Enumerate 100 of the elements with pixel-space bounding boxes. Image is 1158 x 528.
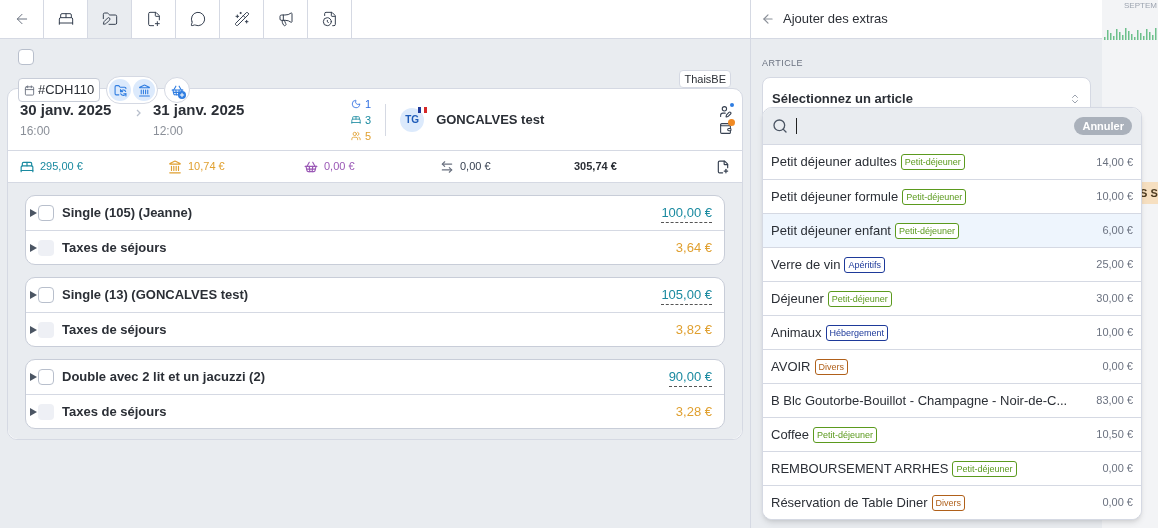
row-checkbox[interactable] xyxy=(38,321,54,338)
article-option[interactable]: REMBOURSEMENT ARRHES Petit-déjeuner 0,00 € xyxy=(763,451,1141,485)
article-name: Petit déjeuner adultes xyxy=(771,153,897,172)
reference-badge[interactable]: #CDH110 xyxy=(18,78,101,102)
grand-total: 305,74 € xyxy=(574,159,618,175)
category-tag: Divers xyxy=(814,358,848,375)
line-label: Single (105) (Jeanne) xyxy=(62,204,194,223)
article-name: Réservation de Table Diner xyxy=(771,493,928,512)
row-checkbox[interactable] xyxy=(38,287,54,303)
article-option[interactable]: Animaux Hébergement 10,00 € xyxy=(763,315,1141,349)
article-price: 30,00 € xyxy=(1096,291,1133,307)
month-label: SEPTEM xyxy=(1124,0,1158,12)
megaphone-icon xyxy=(277,11,294,27)
tax-amount: 3,28 € xyxy=(675,402,712,421)
article-price: 0,00 € xyxy=(1102,359,1133,375)
guests-count: 5 xyxy=(351,127,372,144)
departure-time: 12:00 xyxy=(153,122,185,140)
article-option[interactable]: AVOIR Divers 0,00 € xyxy=(763,349,1141,383)
article-option[interactable]: Réservation de Table Diner Divers 0,00 € xyxy=(763,485,1141,519)
bank-icon xyxy=(168,159,182,174)
category-tag: Divers xyxy=(931,494,966,511)
room-price[interactable]: 105,00 € xyxy=(661,284,712,306)
article-name: Petit déjeuner formule xyxy=(771,187,899,206)
category-tag: Petit-déjeuner xyxy=(813,426,878,443)
user-edit-icon[interactable] xyxy=(719,104,732,118)
line-label: Single (13) (GONCALVES test) xyxy=(62,286,250,305)
room-price[interactable]: 100,00 € xyxy=(661,202,712,224)
row-checkbox[interactable] xyxy=(38,205,54,221)
source-badge: ThaisBE xyxy=(679,70,731,88)
room-price[interactable]: 90,00 € xyxy=(668,366,712,388)
nights-count: 1 xyxy=(351,95,372,112)
row-checkbox[interactable] xyxy=(38,403,54,420)
transfer-arrows-icon xyxy=(440,159,454,174)
basket-icon xyxy=(304,159,318,174)
article-option[interactable]: Petit déjeuner adultes Petit-déjeuner 14,00 € xyxy=(763,145,1141,179)
up-down-chevron-icon xyxy=(1069,92,1081,105)
article-option[interactable]: B Blc Goutorbe-Bouillot - Champagne - Noir-de-C... 83,00 € xyxy=(763,383,1141,417)
taxes-total: 10,74 € xyxy=(168,158,304,175)
bank-icon[interactable] xyxy=(133,79,156,101)
toolbar-tab[interactable] xyxy=(88,0,132,38)
article-price: 83,00 € xyxy=(1096,393,1133,409)
rooms-count: 3 xyxy=(351,111,372,128)
calendar-icon xyxy=(24,84,35,96)
article-name: Déjeuner xyxy=(771,289,824,308)
article-option[interactable]: Coffee Petit-déjeuner 10,50 € xyxy=(763,417,1141,451)
panel-title: Ajouter des extras xyxy=(783,10,888,29)
category-tag: Petit-déjeuner xyxy=(827,290,892,307)
folder-sync-icon[interactable] xyxy=(109,79,132,101)
article-price: 10,00 € xyxy=(1096,189,1133,205)
flag-icon xyxy=(418,106,428,113)
plus-badge-icon xyxy=(178,91,187,99)
wallet-icon[interactable] xyxy=(719,121,732,135)
article-name: AVOIR xyxy=(771,357,811,376)
departure-date: 31 janv. 2025 xyxy=(153,100,246,121)
arrival-time: 16:00 xyxy=(20,122,52,140)
line-label: Taxes de séjours xyxy=(62,402,168,421)
row-checkbox[interactable] xyxy=(38,239,54,256)
tax-amount: 3,64 € xyxy=(675,238,712,257)
chevron-right-icon xyxy=(136,108,141,117)
transfers-total: 0,00 € xyxy=(440,158,574,175)
article-price: 0,00 € xyxy=(1102,495,1133,511)
article-option[interactable]: Déjeuner Petit-déjeuner 30,00 € xyxy=(763,281,1141,315)
article-name: B Blc Goutorbe-Bouillot - Champagne - Noir-de-C... xyxy=(771,391,1068,410)
file-plus-icon xyxy=(145,11,162,27)
line-label: Taxes de séjours xyxy=(62,320,168,339)
occupancy-sparkline xyxy=(1102,26,1158,40)
article-price: 25,00 € xyxy=(1096,257,1133,273)
article-option[interactable]: Petit déjeuner formule Petit-déjeuner 10,00 € xyxy=(763,179,1141,213)
category-tag: Apéritifs xyxy=(844,256,885,273)
category-tag: Petit-déjeuner xyxy=(900,154,965,170)
add-basket-button[interactable] xyxy=(164,77,191,103)
bed-icon xyxy=(20,159,34,174)
category-tag: Hébergement xyxy=(825,324,889,341)
bed-icon xyxy=(57,11,74,27)
guest-avatar: TG xyxy=(400,107,425,132)
article-price: 14,00 € xyxy=(1096,154,1133,170)
search-icon xyxy=(772,118,788,134)
row-checkbox[interactable] xyxy=(38,369,54,385)
folder-pen-icon xyxy=(101,11,118,27)
text-cursor xyxy=(796,118,797,134)
category-tag: Petit-déjeuner xyxy=(895,222,960,239)
article-price: 6,00 € xyxy=(1102,223,1133,239)
guest-name[interactable]: GONCALVES test xyxy=(436,109,719,130)
arrival-date: 30 janv. 2025 xyxy=(20,100,113,121)
line-label: Double avec 2 lit et un jacuzzi (2) xyxy=(62,368,266,387)
article-price: 10,00 € xyxy=(1096,325,1133,341)
article-price: 10,50 € xyxy=(1096,427,1133,443)
select-all-checkbox[interactable] xyxy=(18,49,34,65)
file-clock-icon xyxy=(321,11,338,27)
line-label: Taxes de séjours xyxy=(62,238,168,257)
field-label: ARTICLE xyxy=(762,58,803,68)
accommodation-total: 295,00 € xyxy=(20,158,168,175)
extras-total: 0,00 € xyxy=(304,158,440,175)
magic-wand-icon xyxy=(233,11,250,27)
file-plus-icon xyxy=(716,159,730,174)
tax-amount: 3,82 € xyxy=(675,320,712,339)
article-name: Verre de vin xyxy=(771,255,841,274)
article-option[interactable]: Verre de vin Apéritifs 25,00 € xyxy=(763,247,1141,281)
article-name: Animaux xyxy=(771,323,822,342)
article-option[interactable]: Petit déjeuner enfant Petit-déjeuner 6,00 € xyxy=(763,213,1141,247)
